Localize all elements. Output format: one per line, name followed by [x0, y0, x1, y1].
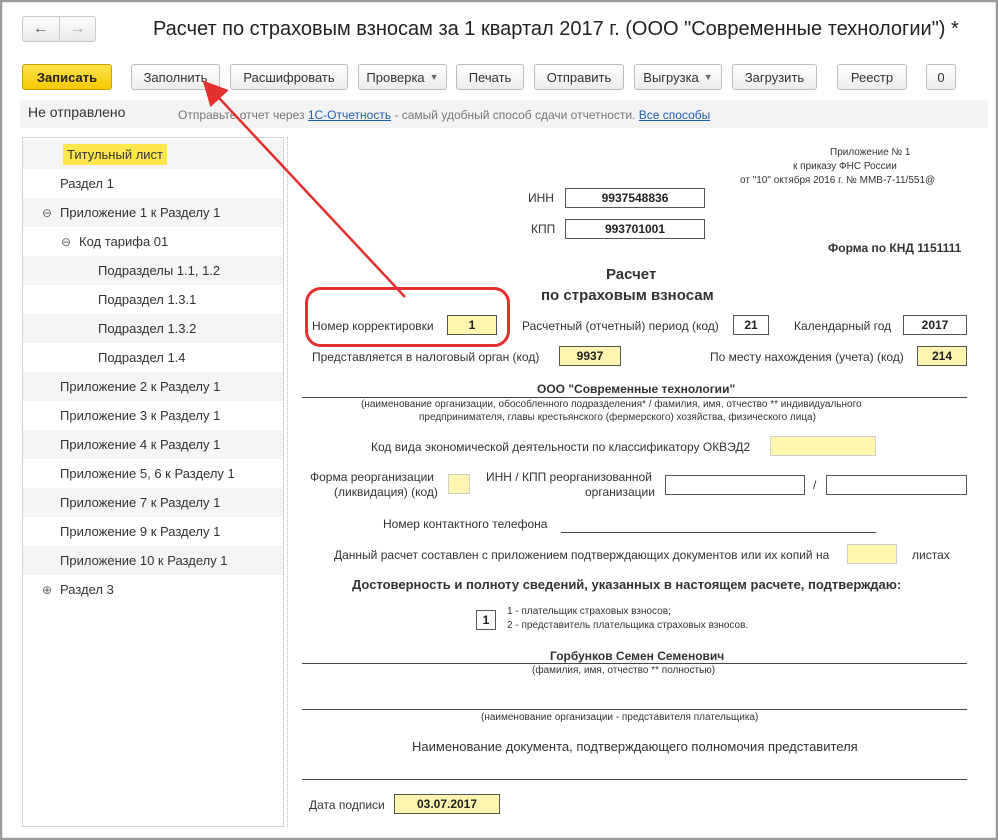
- registry-button[interactable]: Реестр: [837, 64, 907, 90]
- all-methods-link[interactable]: Все способы: [639, 108, 711, 122]
- tree-item-subsections-1-1-1-2[interactable]: Подразделы 1.1, 1.2: [23, 256, 283, 285]
- rep-org-underline[interactable]: [302, 709, 967, 710]
- attach-button[interactable]: 0: [926, 64, 956, 90]
- correction-highlight: [305, 287, 510, 347]
- tree-item-section-1[interactable]: Раздел 1: [23, 169, 283, 198]
- appendix-line-3: от "10" октября 2016 г. № ММВ-7-11/551@: [740, 175, 936, 186]
- send-status: Не отправлено: [28, 104, 126, 120]
- tree-item-appendix-1[interactable]: ⊖ Приложение 1 к Разделу 1: [23, 198, 283, 227]
- tree-item-subsection-1-4[interactable]: Подраздел 1.4: [23, 343, 283, 372]
- chevron-down-icon: ▼: [429, 72, 439, 82]
- tree-item-tariff-code[interactable]: ⊖ Код тарифа 01: [23, 227, 283, 256]
- year-field[interactable]: 2017: [903, 315, 967, 335]
- collapse-icon[interactable]: ⊖: [42, 206, 52, 220]
- form-heading-1: Расчет: [606, 266, 657, 283]
- reorg-form-field[interactable]: [448, 474, 470, 494]
- tree-item-subsection-1-3-2[interactable]: Подраздел 1.3.2: [23, 314, 283, 343]
- inn-field[interactable]: 9937548836: [565, 188, 705, 208]
- export-dropdown-button[interactable]: Выгрузка ▼: [634, 64, 722, 90]
- kpp-field[interactable]: 993701001: [565, 219, 705, 239]
- authority-doc-underline[interactable]: [302, 779, 967, 780]
- org-caption-1: (наименование организации, обособленного…: [361, 399, 862, 410]
- load-button[interactable]: Загрузить: [732, 64, 817, 90]
- tax-authority-field[interactable]: 9937: [559, 346, 621, 366]
- tax-authority-label: Представляется в налоговый орган (код): [312, 350, 540, 364]
- chevron-down-icon: ▼: [703, 72, 713, 82]
- appendix-line-2: к приказу ФНС России: [793, 161, 897, 172]
- tree-item-appendix-2[interactable]: Приложение 2 к Разделу 1: [23, 372, 283, 401]
- pages-label: Данный расчет составлен с приложением по…: [334, 548, 830, 562]
- history-nav: ← →: [22, 16, 96, 42]
- window-title: Расчет по страховым взносам за 1 квартал…: [153, 18, 959, 40]
- appendix-line-1: Приложение № 1: [830, 147, 911, 158]
- tree-item-appendix-3[interactable]: Приложение 3 к Разделу 1: [23, 401, 283, 430]
- pages-count-field[interactable]: [847, 544, 897, 564]
- okved-label: Код вида экономической деятельности по к…: [371, 440, 751, 454]
- tree-item-appendix-9[interactable]: Приложение 9 к Разделу 1: [23, 517, 283, 546]
- forward-arrow-icon[interactable]: →: [58, 17, 96, 41]
- tree-item-appendix-5-6[interactable]: Приложение 5, 6 к Разделу 1: [23, 459, 283, 488]
- decode-button[interactable]: Расшифровать: [230, 64, 348, 90]
- send-button[interactable]: Отправить: [534, 64, 624, 90]
- sections-tree: Титульный лист Раздел 1 ⊖ Приложение 1 к …: [22, 137, 284, 827]
- tree-item-appendix-4[interactable]: Приложение 4 к Разделу 1: [23, 430, 283, 459]
- paperclip-icon: 0: [937, 69, 945, 85]
- form-heading-2: по страховым взносам: [541, 287, 714, 304]
- save-button[interactable]: Записать: [22, 64, 112, 90]
- signer-underline: [302, 663, 967, 664]
- tree-item-subsection-1-3-1[interactable]: Подраздел 1.3.1: [23, 285, 283, 314]
- reorg-label-1: Форма реорганизации: [310, 470, 434, 484]
- reorg-inn-field[interactable]: [665, 475, 805, 495]
- payer-option-1: 1 - плательщик страховых взносов;: [507, 606, 671, 617]
- signer-caption: (фамилия, имя, отчество ** полностью): [532, 665, 716, 676]
- inn-kpp-separator: /: [813, 478, 817, 492]
- payer-type-field[interactable]: 1: [476, 610, 496, 630]
- org-name-underline: [302, 397, 967, 398]
- fill-button[interactable]: Заполнить: [131, 64, 220, 90]
- reorg-label-2: (ликвидация) (код): [334, 485, 438, 499]
- authority-doc-label: Наименование документа, подтверждающего …: [412, 739, 858, 754]
- knd-form-code: Форма по КНД 1151111: [828, 241, 962, 255]
- period-code-field[interactable]: 21: [733, 315, 769, 335]
- phone-field-underline[interactable]: [561, 532, 876, 533]
- period-label: Расчетный (отчетный) период (код): [522, 319, 719, 333]
- panel-splitter[interactable]: [287, 137, 291, 827]
- rep-org-caption: (наименование организации - представител…: [481, 712, 759, 723]
- payer-option-2: 2 - представитель плательщика страховых …: [507, 620, 749, 631]
- check-dropdown-button[interactable]: Проверка ▼: [358, 64, 447, 90]
- inn-label: ИНН: [528, 191, 554, 205]
- tree-item-title-page[interactable]: Титульный лист: [23, 140, 283, 169]
- org-name: ООО "Современные технологии": [537, 382, 736, 396]
- tree-item-appendix-10[interactable]: Приложение 10 к Разделу 1: [23, 546, 283, 575]
- status-message: Отправьте отчет через 1С-Отчетность - са…: [178, 108, 711, 122]
- signer-name: Горбунков Семен Семенович: [550, 649, 725, 663]
- print-button[interactable]: Печать: [456, 64, 524, 90]
- pages-suffix: листах: [912, 548, 950, 562]
- reorg-inn-label-1: ИНН / КПП реорганизованной: [486, 470, 652, 484]
- sign-date-label: Дата подписи: [309, 798, 385, 812]
- okved-field[interactable]: [770, 436, 876, 456]
- location-field[interactable]: 214: [917, 346, 967, 366]
- tree-item-section-3[interactable]: ⊕ Раздел 3: [23, 575, 283, 604]
- tree-item-appendix-7[interactable]: Приложение 7 к Разделу 1: [23, 488, 283, 517]
- location-label: По месту нахождения (учета) (код): [710, 350, 904, 364]
- 1c-reporting-link[interactable]: 1С-Отчетность: [308, 108, 391, 122]
- reorg-inn-label-2: организации: [585, 485, 655, 499]
- year-label: Календарный год: [794, 319, 892, 333]
- phone-label: Номер контактного телефона: [383, 517, 548, 531]
- expand-icon[interactable]: ⊕: [42, 583, 52, 597]
- reorg-kpp-field[interactable]: [826, 475, 967, 495]
- back-arrow-icon[interactable]: ←: [23, 17, 59, 41]
- org-caption-2: предпринимателя, главы крестьянского (фе…: [419, 412, 816, 423]
- sign-date-field[interactable]: 03.07.2017: [394, 794, 500, 814]
- confirm-heading: Достоверность и полноту сведений, указан…: [352, 577, 902, 592]
- collapse-icon[interactable]: ⊖: [61, 235, 71, 249]
- kpp-label: КПП: [531, 222, 556, 236]
